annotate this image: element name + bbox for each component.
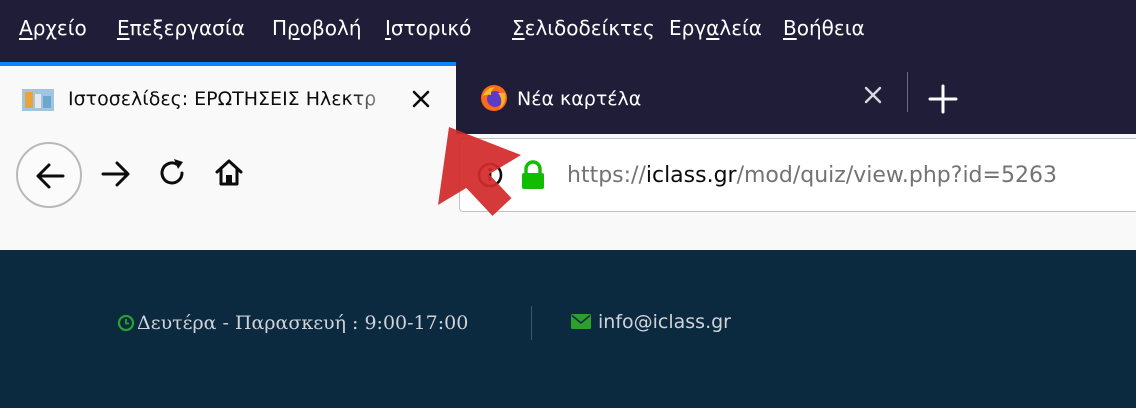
red-arrow-icon <box>438 127 521 216</box>
